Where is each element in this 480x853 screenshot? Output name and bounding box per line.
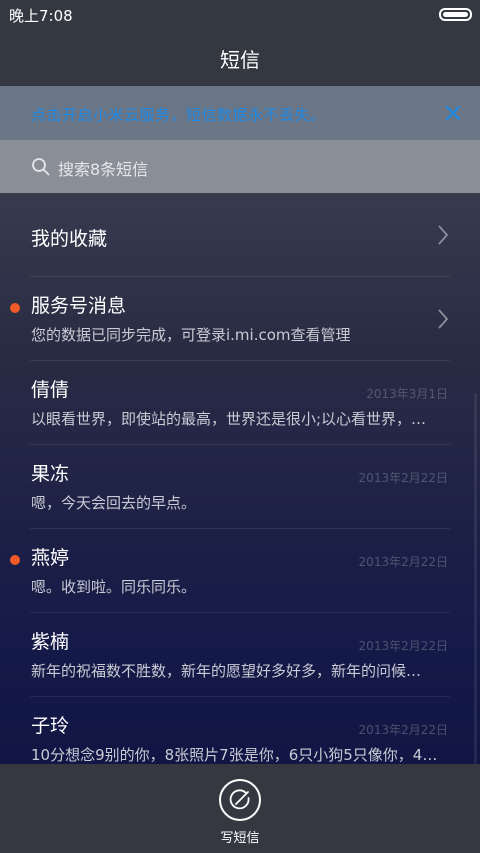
compose-label[interactable]: 写短信	[0, 827, 480, 846]
message-date: 2013年3月1日	[366, 387, 448, 401]
contact-name: 果冻	[31, 463, 70, 485]
status-bar: 晚上7:08	[0, 0, 480, 28]
message-date: 2013年2月22日	[358, 471, 448, 485]
search-bar[interactable]: 搜索8条短信	[0, 140, 480, 193]
message-preview: 嗯，今天会回去的早点。	[31, 494, 197, 512]
page-title: 短信	[220, 48, 260, 72]
unread-dot	[10, 303, 20, 313]
bottom-bar: 写短信	[0, 764, 480, 853]
search-icon	[32, 158, 50, 176]
contact-name: 子玲	[31, 715, 70, 737]
list-item[interactable]: 服务号消息 您的数据已同步完成，可登录i.mi.com查看管理	[0, 277, 480, 361]
message-preview: 以眼看世界，即使站的最高，世界还是很小;以心看世界，…	[31, 410, 427, 428]
list-item[interactable]: 紫楠 2013年2月22日 新年的祝福数不胜数，新年的愿望好多好多，新年的问候…	[0, 613, 480, 697]
message-date: 2013年2月22日	[358, 555, 448, 569]
top-bar: 晚上7:08 短信	[0, 0, 480, 86]
contact-name: 燕婷	[31, 547, 70, 569]
message-preview: 嗯。收到啦。同乐同乐。	[31, 578, 197, 596]
cloud-service-banner[interactable]: 点击开启小米云服务，短信数据永不丢失。	[0, 86, 480, 140]
chevron-right-icon	[438, 309, 449, 329]
message-preview: 您的数据已同步完成，可登录i.mi.com查看管理	[31, 326, 351, 344]
chevron-right-icon	[438, 225, 449, 245]
list-item[interactable]: 燕婷 2013年2月22日 嗯。收到啦。同乐同乐。	[0, 529, 480, 613]
contact-name: 服务号消息	[31, 295, 127, 317]
close-icon[interactable]	[440, 100, 466, 126]
message-date: 2013年2月22日	[358, 723, 448, 737]
message-date: 2013年2月22日	[358, 639, 448, 653]
search-input[interactable]: 搜索8条短信	[58, 156, 148, 180]
scrollbar[interactable]	[474, 393, 477, 764]
contact-name: 紫楠	[31, 631, 70, 653]
list-item[interactable]: 子玲 2013年2月22日 10分想念9别的你，8张照片7张是你，6只小狗5只像…	[0, 697, 480, 764]
contact-name: 倩倩	[31, 379, 70, 401]
status-time: 晚上7:08	[9, 7, 73, 25]
list-item[interactable]: 果冻 2013年2月22日 嗯，今天会回去的早点。	[0, 445, 480, 529]
message-preview: 10分想念9别的你，8张照片7张是你，6只小狗5只像你，4…	[31, 746, 438, 764]
battery-icon	[439, 8, 472, 21]
list-item[interactable]: 倩倩 2013年3月1日 以眼看世界，即使站的最高，世界还是很小;以心看世界，…	[0, 361, 480, 445]
banner-text[interactable]: 点击开启小米云服务，短信数据永不丢失。	[31, 104, 326, 125]
unread-dot	[10, 555, 20, 565]
favorites-item[interactable]: 我的收藏	[0, 193, 480, 277]
favorites-label: 我的收藏	[31, 228, 108, 250]
compose-icon	[229, 789, 250, 810]
conversation-list[interactable]: 我的收藏 服务号消息 您的数据已同步完成，可登录i.mi.com查看管理 倩倩 …	[0, 193, 480, 764]
message-preview: 新年的祝福数不胜数，新年的愿望好多好多，新年的问候…	[31, 662, 422, 680]
compose-button[interactable]	[219, 779, 261, 821]
